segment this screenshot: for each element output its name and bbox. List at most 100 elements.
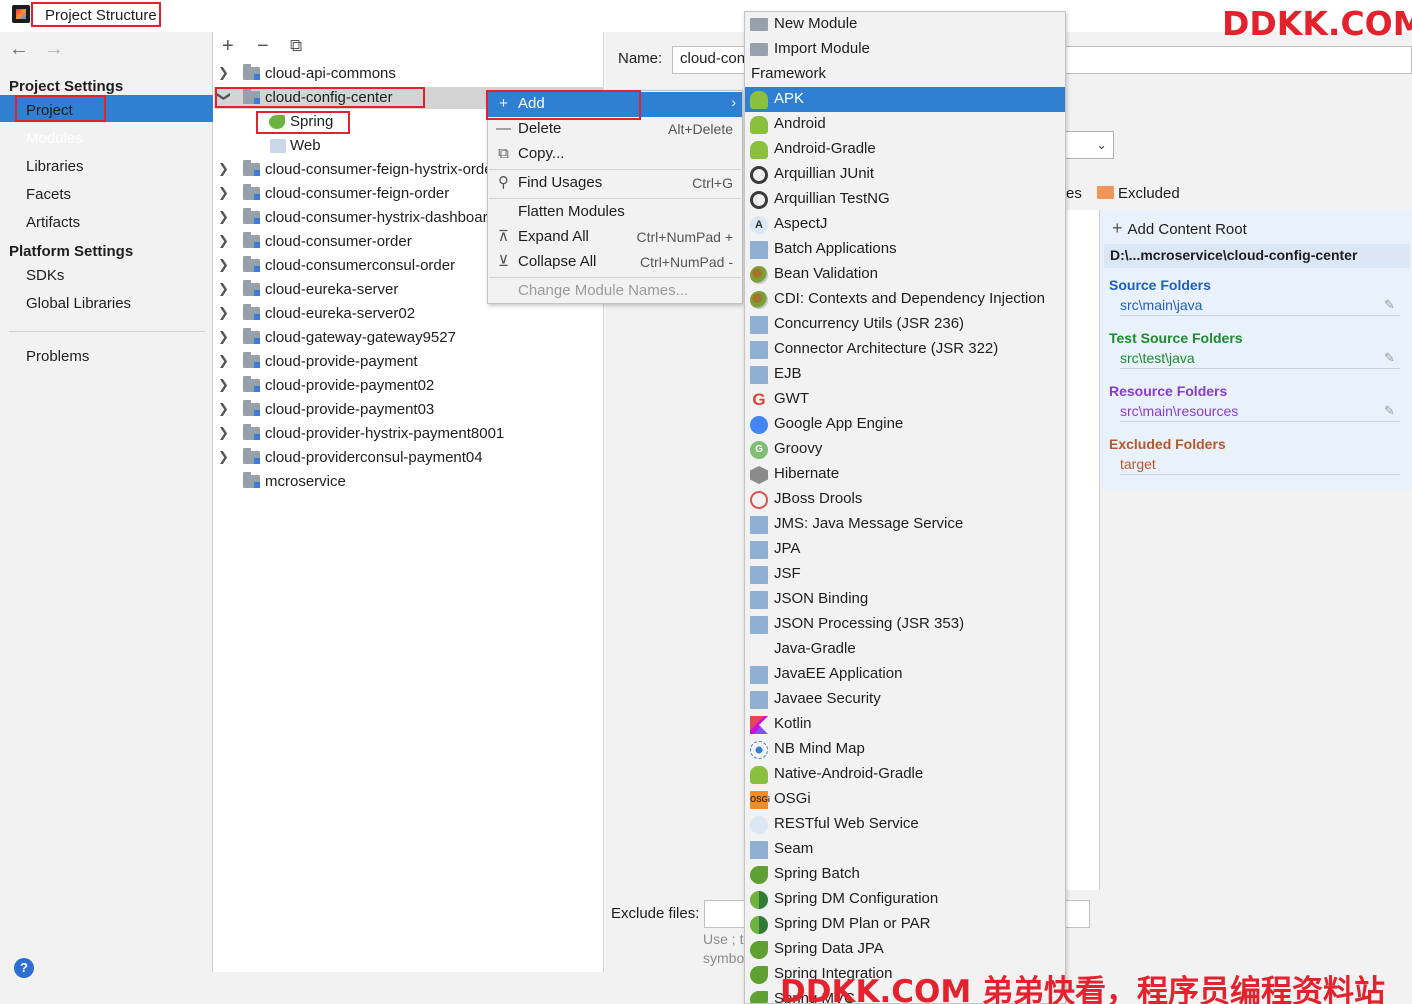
help-icon[interactable]: ? bbox=[14, 958, 34, 978]
chevron-right-icon[interactable]: ❯ bbox=[218, 65, 230, 81]
menu-item-framework[interactable]: Java-Gradle bbox=[745, 637, 1065, 662]
spring-highlight-box bbox=[256, 111, 350, 134]
menu-item-framework[interactable]: Spring Data JPA bbox=[745, 937, 1065, 962]
menu-item-framework[interactable]: JPA bbox=[745, 537, 1065, 562]
sidebar-item-facets[interactable]: Facets bbox=[26, 183, 71, 207]
menu-item-import-module[interactable]: Import Module bbox=[745, 37, 1065, 62]
menu-item-framework[interactable]: JMS: Java Message Service bbox=[745, 512, 1065, 537]
menu-item-framework[interactable]: Arquillian JUnit bbox=[745, 162, 1065, 187]
chevron-right-icon[interactable]: ❯ bbox=[218, 305, 230, 321]
edit-pencil-icon[interactable]: ✎ bbox=[1384, 350, 1395, 366]
tree-row-label: cloud-eureka-server02 bbox=[265, 305, 416, 322]
tree-row[interactable]: ❯ cloud-provider-hystrix-payment8001 bbox=[214, 422, 604, 446]
chevron-right-icon[interactable]: ❯ bbox=[218, 401, 230, 417]
sidebar-item-sdks[interactable]: SDKs bbox=[26, 264, 64, 288]
tree-row[interactable]: ❯ cloud-gateway-gateway9527 bbox=[214, 326, 604, 350]
menu-item-framework[interactable]: JBoss Drools bbox=[745, 487, 1065, 512]
menu-item-framework[interactable]: Native-Android-Gradle bbox=[745, 762, 1065, 787]
cdi-icon bbox=[750, 291, 768, 309]
menu-item-framework[interactable]: Android-Gradle bbox=[745, 137, 1065, 162]
chevron-right-icon[interactable]: ❯ bbox=[218, 161, 230, 177]
menu-item-framework[interactable]: Concurrency Utils (JSR 236) bbox=[745, 312, 1065, 337]
menu-item-framework[interactable]: Kotlin bbox=[745, 712, 1065, 737]
chevron-right-icon[interactable]: ❯ bbox=[218, 233, 230, 249]
tree-row[interactable]: ❯ cloud-eureka-server02 bbox=[214, 302, 604, 326]
tree-row[interactable]: ❯ cloud-providerconsul-payment04 bbox=[214, 446, 604, 470]
menu-item-framework[interactable]: Seam bbox=[745, 837, 1065, 862]
tree-row[interactable]: mcroservice bbox=[214, 470, 604, 494]
sidebar-item-global-libraries[interactable]: Global Libraries bbox=[26, 292, 131, 316]
add-icon[interactable]: + bbox=[222, 36, 234, 56]
remove-icon[interactable]: − bbox=[257, 36, 269, 56]
menu-item-framework[interactable]: G Groovy bbox=[745, 437, 1065, 462]
menu-item-framework[interactable]: JSF bbox=[745, 562, 1065, 587]
sidebar-item-problems[interactable]: Problems bbox=[26, 345, 89, 369]
resource-folder-path[interactable]: src\main\resources bbox=[1120, 403, 1238, 419]
menu-item-find-usages[interactable]: ⚲ Find Usages Ctrl+G bbox=[488, 171, 742, 196]
sidebar-item-modules[interactable]: Modules bbox=[26, 127, 83, 151]
menu-item-framework[interactable]: G GWT bbox=[745, 387, 1065, 412]
menu-item-framework[interactable]: Google App Engine bbox=[745, 412, 1065, 437]
menu-item-framework[interactable]: Javaee Security bbox=[745, 687, 1065, 712]
menu-item-framework[interactable]: Spring DM Configuration bbox=[745, 887, 1065, 912]
copy-icon[interactable]: ⧉ bbox=[290, 36, 302, 56]
menu-item-framework[interactable]: NB Mind Map bbox=[745, 737, 1065, 762]
chevron-right-icon[interactable]: ❯ bbox=[218, 185, 230, 201]
menu-item-flatten-modules[interactable]: Flatten Modules bbox=[488, 200, 742, 225]
menu-item-framework[interactable]: EJB bbox=[745, 362, 1065, 387]
chevron-right-icon[interactable]: ❯ bbox=[218, 257, 230, 273]
sidebar-item-libraries[interactable]: Libraries bbox=[26, 155, 84, 179]
chevron-right-icon[interactable]: ❯ bbox=[218, 449, 230, 465]
expand-all-icon: ⊼ bbox=[498, 228, 509, 245]
source-folder-path[interactable]: src\main\java bbox=[1120, 297, 1202, 313]
back-arrow-icon[interactable]: ← bbox=[9, 38, 29, 60]
mark-excluded-button[interactable]: Excluded bbox=[1118, 185, 1180, 202]
chevron-right-icon[interactable]: ❯ bbox=[218, 209, 230, 225]
menu-item-framework[interactable]: Android bbox=[745, 112, 1065, 137]
chevron-right-icon[interactable]: ❯ bbox=[218, 425, 230, 441]
add-content-root-button[interactable]: + Add Content Root bbox=[1112, 218, 1247, 239]
menu-item-framework[interactable]: RESTful Web Service bbox=[745, 812, 1065, 837]
menu-item-framework[interactable]: JavaEE Application bbox=[745, 662, 1065, 687]
language-level-select[interactable]: ⌄ bbox=[1062, 131, 1114, 159]
chevron-right-icon[interactable]: ❯ bbox=[218, 377, 230, 393]
edit-pencil-icon[interactable]: ✎ bbox=[1384, 403, 1395, 419]
tree-row[interactable]: ❯ cloud-api-commons bbox=[214, 62, 604, 86]
forward-arrow-icon[interactable]: → bbox=[44, 38, 64, 60]
menu-item-framework[interactable]: A AspectJ bbox=[745, 212, 1065, 237]
intellij-app-icon bbox=[12, 5, 30, 23]
menu-item-delete[interactable]: — Delete Alt+Delete bbox=[488, 117, 742, 142]
menu-item-copy[interactable]: ⧉ Copy... bbox=[488, 142, 742, 167]
edit-pencil-icon[interactable]: ✎ bbox=[1384, 297, 1395, 313]
menu-item-framework[interactable]: OSGi OSGi bbox=[745, 787, 1065, 812]
menu-item-label: OSGi bbox=[774, 790, 811, 807]
kotlin-icon bbox=[750, 716, 768, 734]
menu-item-framework[interactable]: JSON Binding bbox=[745, 587, 1065, 612]
json-icon bbox=[750, 591, 768, 609]
menu-item-framework[interactable]: Spring Batch bbox=[745, 862, 1065, 887]
menu-item-framework[interactable]: Arquillian TestNG bbox=[745, 187, 1065, 212]
test-folder-path[interactable]: src\test\java bbox=[1120, 350, 1195, 366]
menu-item-framework[interactable]: CDI: Contexts and Dependency Injection bbox=[745, 287, 1065, 312]
chevron-right-icon[interactable]: ❯ bbox=[218, 329, 230, 345]
menu-item-framework[interactable]: Bean Validation bbox=[745, 262, 1065, 287]
chevron-right-icon[interactable]: ❯ bbox=[218, 281, 230, 297]
sidebar-item-artifacts[interactable]: Artifacts bbox=[26, 211, 80, 235]
menu-item-new-module[interactable]: New Module bbox=[745, 12, 1065, 37]
menu-item-framework[interactable]: Connector Architecture (JSR 322) bbox=[745, 337, 1065, 362]
menu-item-framework[interactable]: APK bbox=[745, 87, 1065, 112]
tree-row[interactable]: ❯ cloud-provide-payment02 bbox=[214, 374, 604, 398]
menu-item-framework[interactable]: JSON Processing (JSR 353) bbox=[745, 612, 1065, 637]
menu-item-collapse-all[interactable]: ⊻ Collapse All Ctrl+NumPad - bbox=[488, 250, 742, 275]
chevron-right-icon[interactable]: ❯ bbox=[218, 353, 230, 369]
menu-item-framework[interactable]: Hibernate bbox=[745, 462, 1065, 487]
menu-item-framework[interactable]: Batch Applications bbox=[745, 237, 1065, 262]
tree-row[interactable]: ❯ cloud-provide-payment03 bbox=[214, 398, 604, 422]
content-root-path[interactable]: D:\...mcroservice\cloud-config-center bbox=[1104, 244, 1410, 268]
excluded-folder-path[interactable]: target bbox=[1120, 456, 1156, 472]
menu-item-framework[interactable]: Spring DM Plan or PAR bbox=[745, 912, 1065, 937]
menu-item-expand-all[interactable]: ⊼ Expand All Ctrl+NumPad + bbox=[488, 225, 742, 250]
menu-item-label: Connector Architecture (JSR 322) bbox=[774, 340, 999, 357]
tree-row-label: mcroservice bbox=[265, 473, 346, 490]
tree-row[interactable]: ❯ cloud-provide-payment bbox=[214, 350, 604, 374]
